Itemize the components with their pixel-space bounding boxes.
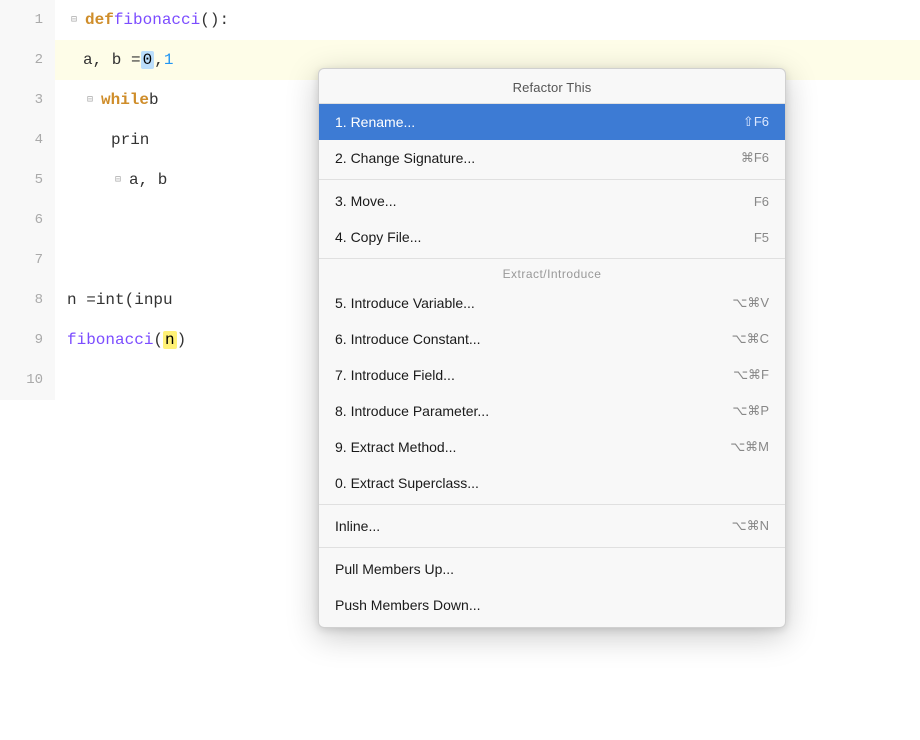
- menu-title: Refactor This: [319, 73, 785, 104]
- line-number-1: 1: [0, 0, 55, 40]
- menu-item-push-down[interactable]: Push Members Down...: [319, 587, 785, 623]
- menu-shortcut-copy-file: F5: [754, 230, 769, 245]
- line-number-10: 10: [0, 360, 55, 400]
- menu-separator-4: [319, 547, 785, 548]
- menu-item-inline[interactable]: Inline... ⌥⌘N: [319, 508, 785, 544]
- menu-shortcut-inline: ⌥⌘N: [732, 518, 769, 534]
- line-number-4: 4: [0, 120, 55, 160]
- menu-item-copy-file-label: 4. Copy File...: [335, 229, 730, 245]
- menu-shortcut-extract-method: ⌥⌘M: [730, 439, 769, 455]
- menu-item-extract-super-label: 0. Extract Superclass...: [335, 475, 745, 491]
- menu-item-intro-const[interactable]: 6. Introduce Constant... ⌥⌘C: [319, 321, 785, 357]
- menu-item-intro-param[interactable]: 8. Introduce Parameter... ⌥⌘P: [319, 393, 785, 429]
- menu-item-move-label: 3. Move...: [335, 193, 730, 209]
- menu-item-extract-method[interactable]: 9. Extract Method... ⌥⌘M: [319, 429, 785, 465]
- menu-item-intro-field-label: 7. Introduce Field...: [335, 367, 709, 383]
- menu-item-intro-const-label: 6. Introduce Constant...: [335, 331, 708, 347]
- menu-shortcut-intro-param: ⌥⌘P: [732, 403, 769, 419]
- menu-item-change-sig[interactable]: 2. Change Signature... ⌘F6: [319, 140, 785, 176]
- menu-item-pull-up[interactable]: Pull Members Up...: [319, 551, 785, 587]
- line-number-6: 6: [0, 200, 55, 240]
- fold-icon-3[interactable]: ⊟: [83, 93, 97, 107]
- menu-item-extract-method-label: 9. Extract Method...: [335, 439, 706, 455]
- line-number-8: 8: [0, 280, 55, 320]
- menu-item-move[interactable]: 3. Move... F6: [319, 183, 785, 219]
- line-content-1: ⊟ def fibonacci():: [55, 0, 920, 40]
- fold-icon-5[interactable]: ⊟: [111, 173, 125, 187]
- code-editor: 1 ⊟ def fibonacci(): 2 a, b = 0, 1 3 ⊟ w…: [0, 0, 920, 740]
- menu-shortcut-intro-const: ⌥⌘C: [732, 331, 769, 347]
- menu-separator-3: [319, 504, 785, 505]
- menu-shortcut-change-sig: ⌘F6: [741, 150, 769, 166]
- menu-item-intro-param-label: 8. Introduce Parameter...: [335, 403, 708, 419]
- menu-separator-2: [319, 258, 785, 259]
- menu-item-change-sig-label: 2. Change Signature...: [335, 150, 717, 166]
- menu-item-intro-var[interactable]: 5. Introduce Variable... ⌥⌘V: [319, 285, 785, 321]
- menu-shortcut-intro-var: ⌥⌘V: [732, 295, 769, 311]
- line-number-3: 3: [0, 80, 55, 120]
- menu-item-inline-label: Inline...: [335, 518, 708, 534]
- line-number-9: 9: [0, 320, 55, 360]
- menu-shortcut-rename: ⇧F6: [743, 114, 769, 130]
- menu-shortcut-intro-field: ⌥⌘F: [733, 367, 769, 383]
- menu-item-push-down-label: Push Members Down...: [335, 597, 769, 613]
- menu-item-intro-field[interactable]: 7. Introduce Field... ⌥⌘F: [319, 357, 785, 393]
- menu-item-rename-label: 1. Rename...: [335, 114, 719, 130]
- code-line-1: 1 ⊟ def fibonacci():: [0, 0, 920, 40]
- menu-separator-1: [319, 179, 785, 180]
- extract-introduce-header: Extract/Introduce: [319, 262, 785, 285]
- menu-item-rename[interactable]: 1. Rename... ⇧F6: [319, 104, 785, 140]
- menu-item-pull-up-label: Pull Members Up...: [335, 561, 769, 577]
- menu-item-copy-file[interactable]: 4. Copy File... F5: [319, 219, 785, 255]
- menu-item-extract-super[interactable]: 0. Extract Superclass...: [319, 465, 785, 501]
- menu-item-intro-var-label: 5. Introduce Variable...: [335, 295, 708, 311]
- refactor-context-menu: Refactor This 1. Rename... ⇧F6 2. Change…: [318, 68, 786, 628]
- line-number-5: 5: [0, 160, 55, 200]
- line-number-2: 2: [0, 40, 55, 80]
- line-number-7: 7: [0, 240, 55, 280]
- fold-icon-1[interactable]: ⊟: [67, 13, 81, 27]
- menu-shortcut-move: F6: [754, 194, 769, 209]
